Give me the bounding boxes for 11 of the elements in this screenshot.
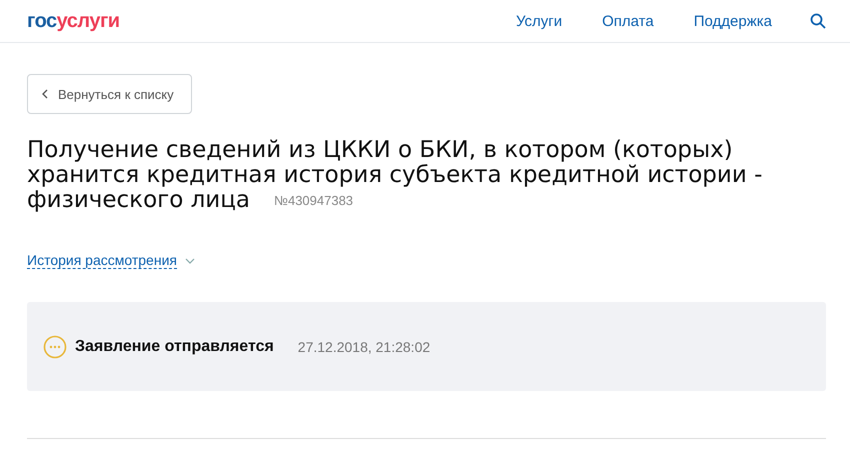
search-icon <box>810 13 826 29</box>
application-number: №430947383 <box>274 193 354 208</box>
nav-link[interactable]: Поддержка <box>694 12 772 30</box>
search-button[interactable] <box>810 13 826 29</box>
status-label: Заявление отправляется <box>75 338 274 356</box>
nav-link[interactable]: Услуги <box>516 12 562 30</box>
status-time: 27.12.2018, 21:28:02 <box>298 338 430 354</box>
nav-link[interactable]: Оплата <box>602 12 654 30</box>
chevron-left-icon <box>42 89 48 99</box>
site-logo[interactable]: госуслуги <box>27 10 476 32</box>
back-button[interactable]: Вернуться к списку <box>27 74 192 114</box>
